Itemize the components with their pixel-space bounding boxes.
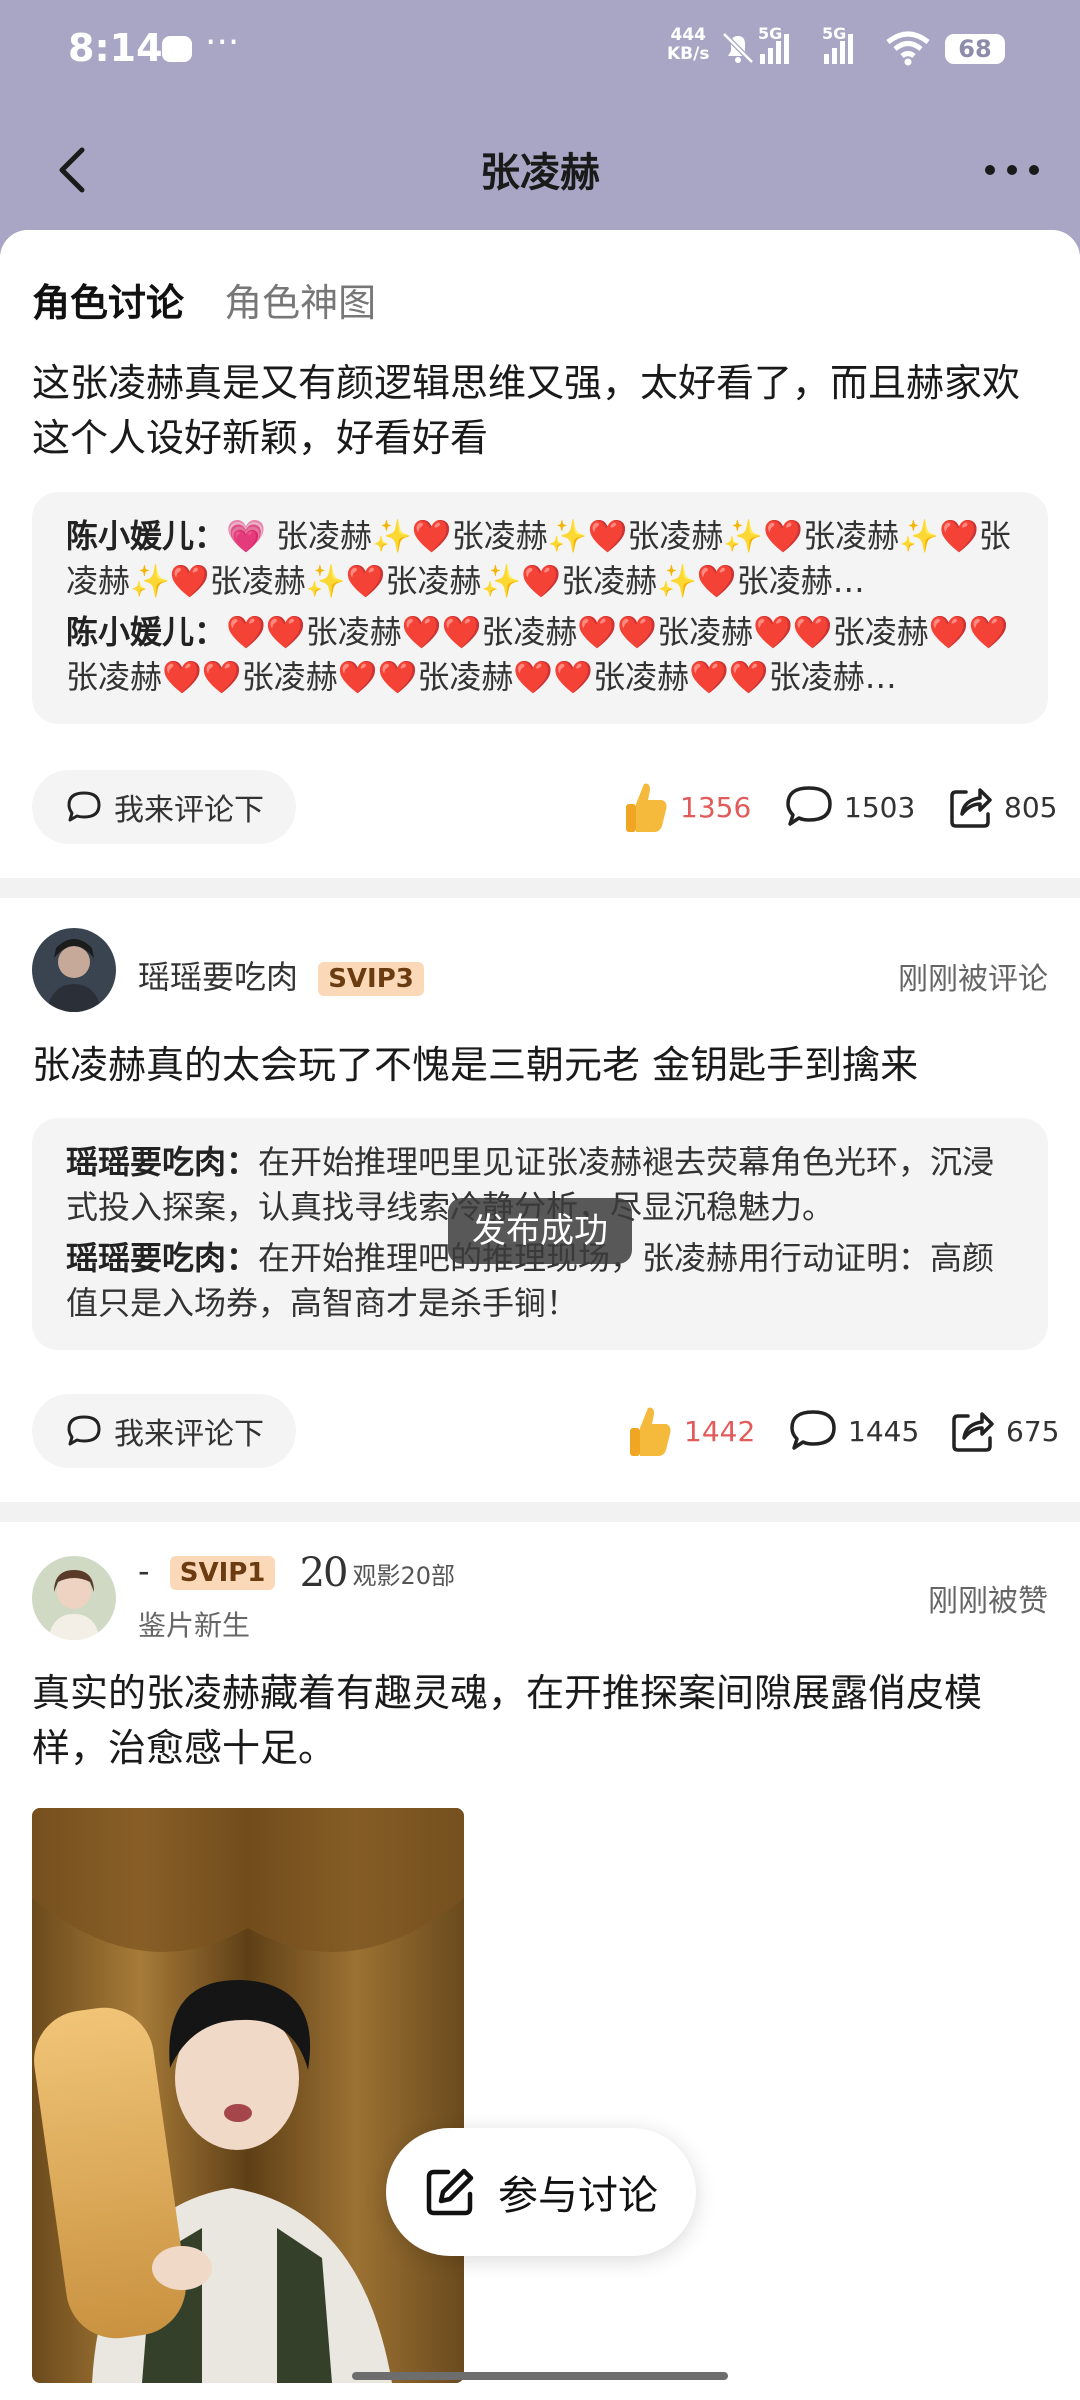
join-discussion-label: 参与讨论 [498, 2173, 658, 2219]
comment-preview[interactable]: 陈小媛儿：💗 张凌赫✨❤️张凌赫✨❤️张凌赫✨❤️张凌赫✨❤️张凌赫✨❤️张凌赫… [32, 492, 1048, 724]
watch-count-label: 观影20部 [352, 1561, 456, 1590]
network-type-2: 5G [822, 24, 847, 43]
post-actions: 我来评论下 1442 1445 675 [32, 1394, 1059, 1468]
like-count: 1442 [684, 1414, 756, 1448]
status-time: 8:14 [68, 26, 163, 70]
post-card: 角色讨论 角色神图 这张凌赫真是又有颜逻辑思维又强，太好看了，而且赫家欢这个人设… [0, 230, 1080, 878]
post-text[interactable]: 张凌赫真的太会玩了不愧是三朝元老 金钥匙手到擒来 [32, 1038, 1048, 1093]
comment-author: 瑶瑶要吃肉： [66, 1239, 259, 1277]
network-speed: 444 KB/s [667, 26, 709, 64]
like-button[interactable]: 1442 [626, 1394, 755, 1468]
title-bar: 张凌赫 [0, 100, 1080, 230]
activity-status: 刚刚被赞 [928, 1584, 1048, 1619]
vip-badge: SVIP1 [169, 1556, 276, 1590]
add-comment-label: 我来评论下 [114, 1417, 264, 1452]
signal-1-icon: 5G [758, 24, 794, 72]
comment-count: 1503 [844, 790, 916, 824]
post-text[interactable]: 这张凌赫真是又有颜逻辑思维又强，太好看了，而且赫家欢这个人设好新颖，好看好看 [32, 356, 1048, 466]
share-count: 805 [1004, 790, 1058, 824]
watch-count-number: 20 [299, 1550, 349, 1596]
tab-bar: 角色讨论 角色神图 [32, 272, 376, 327]
wifi-icon [886, 31, 930, 66]
network-type-1: 5G [758, 24, 783, 43]
add-comment-label: 我来评论下 [114, 793, 264, 828]
tab-role-discussion[interactable]: 角色讨论 [32, 281, 184, 325]
battery-indicator: 68 [945, 34, 1005, 64]
comment-item: 陈小媛儿：❤️❤️张凌赫❤️❤️张凌赫❤️❤️张凌赫❤️❤️张凌赫❤️❤️张凌赫… [66, 610, 1014, 700]
username-text: - [138, 1552, 150, 1590]
comment-author: 陈小媛儿： [66, 517, 227, 555]
post-card: - SVIP1 20 观影20部 鉴片新生 刚刚被赞 真实的张凌赫藏着有趣灵魂，… [0, 1522, 1080, 2400]
watch-count-badge: 20 观影20部 [300, 1550, 455, 1596]
comment-count: 1445 [848, 1414, 920, 1448]
message-notification-icon [162, 36, 192, 62]
comments-stat[interactable]: 1503 [784, 770, 915, 844]
comment-icon [790, 1410, 836, 1450]
share-icon [952, 1412, 994, 1452]
thumbs-up-icon [630, 1407, 671, 1456]
share-button[interactable]: 675 [950, 1394, 1059, 1468]
share-count: 675 [1006, 1414, 1060, 1448]
comment-item: 陈小媛儿：💗 张凌赫✨❤️张凌赫✨❤️张凌赫✨❤️张凌赫✨❤️张凌赫✨❤️张凌赫… [66, 514, 1014, 604]
thumbs-up-icon [626, 783, 667, 832]
comment-author: 陈小媛儿： [66, 613, 227, 651]
more-options-icon[interactable] [982, 162, 1042, 178]
avatar[interactable] [32, 1556, 116, 1640]
tab-role-images[interactable]: 角色神图 [224, 281, 376, 325]
signal-2-icon: 5G [822, 24, 858, 72]
speech-bubble-icon [67, 1415, 101, 1446]
user-level-title: 鉴片新生 [138, 1609, 251, 1642]
home-indicator[interactable] [352, 2372, 728, 2380]
add-comment-button[interactable]: 我来评论下 [32, 770, 296, 844]
join-discussion-button[interactable]: 参与讨论 [386, 2128, 696, 2256]
post-actions: 我来评论下 1356 1503 805 [32, 770, 1057, 844]
add-comment-button[interactable]: 我来评论下 [32, 1394, 296, 1468]
post-text[interactable]: 真实的张凌赫藏着有趣灵魂，在开推探案间隙展露俏皮模样，治愈感十足。 [32, 1666, 1048, 1776]
comments-stat[interactable]: 1445 [788, 1394, 919, 1468]
share-icon [950, 788, 992, 828]
vip-badge: SVIP3 [318, 962, 424, 996]
username[interactable]: - SVIP1 20 观影20部 [138, 1550, 455, 1596]
network-speed-value: 444 [670, 25, 706, 45]
publish-success-toast: 发布成功 [448, 1198, 632, 1264]
comment-author: 瑶瑶要吃肉： [66, 1143, 259, 1181]
speech-bubble-icon [67, 791, 101, 822]
share-button[interactable]: 805 [948, 770, 1057, 844]
like-count: 1356 [680, 790, 752, 824]
edit-icon [426, 2168, 474, 2216]
username-text: 瑶瑶要吃肉 [138, 958, 299, 996]
avatar[interactable] [32, 928, 116, 1012]
like-button[interactable]: 1356 [622, 770, 751, 844]
mute-bell-icon [722, 32, 754, 64]
username[interactable]: 瑶瑶要吃肉 SVIP3 [138, 952, 424, 998]
status-bar: 8:14 ··· 444 KB/s 5G 5G 68 [0, 0, 1080, 100]
more-notifications-icon: ··· [205, 22, 240, 63]
activity-status: 刚刚被评论 [898, 962, 1048, 997]
post-photo[interactable] [32, 1808, 464, 2383]
page-title: 张凌赫 [480, 150, 600, 196]
discussion-feed: 角色讨论 角色神图 这张凌赫真是又有颜逻辑思维又强，太好看了，而且赫家欢这个人设… [0, 230, 1080, 2400]
network-speed-unit: KB/s [667, 44, 710, 64]
comment-icon [786, 786, 832, 826]
